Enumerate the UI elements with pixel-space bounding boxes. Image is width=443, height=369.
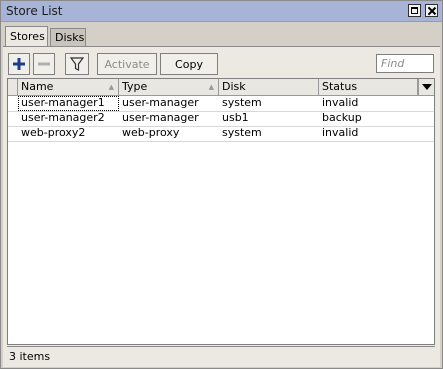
cell-disk: usb1 — [222, 111, 249, 124]
cell-name: web-proxy2 — [21, 126, 86, 139]
activate-button[interactable]: Activate — [97, 53, 157, 75]
stores-panel: Activate Copy Find Name ▲ Type ▲ Disk St… — [3, 46, 440, 367]
cell-disk: system — [222, 126, 262, 139]
cell-status: invalid — [322, 126, 359, 139]
cell-name: user-manager2 — [21, 111, 105, 124]
item-count: 3 items — [9, 350, 51, 363]
column-header-label: Type — [122, 80, 148, 93]
table-row[interactable]: user-manager2 user-manager usb1 backup — [8, 111, 434, 127]
table-header: Name ▲ Type ▲ Disk Status — [8, 79, 434, 96]
tab-stores[interactable]: Stores — [5, 26, 48, 47]
column-header-label: Disk — [222, 80, 246, 93]
filter-button[interactable] — [65, 53, 89, 75]
column-menu-icon[interactable] — [418, 79, 434, 95]
add-button[interactable] — [8, 53, 30, 75]
minus-icon — [38, 62, 50, 66]
cell-type: user-manager — [122, 96, 199, 109]
cell-disk: system — [222, 96, 262, 109]
filter-icon — [70, 57, 84, 71]
column-header-label: Name — [21, 80, 54, 93]
store-list-window: Store List Stores Disks Activate Copy Fi… — [0, 0, 443, 369]
cell-type: web-proxy — [122, 126, 180, 139]
cell-type: user-manager — [122, 111, 199, 124]
plus-icon — [13, 58, 25, 70]
cell-status: backup — [322, 111, 362, 124]
column-header-status[interactable]: Status — [319, 79, 418, 95]
find-input[interactable]: Find — [376, 54, 434, 73]
tab-disks[interactable]: Disks — [50, 28, 86, 46]
status-bar: 3 items — [7, 346, 435, 364]
row-selector-header — [8, 79, 18, 95]
cell-name: user-manager1 — [18, 96, 119, 111]
window-title: Store List — [6, 4, 63, 18]
column-header-type[interactable]: Type ▲ — [119, 79, 219, 95]
sort-indicator-icon: ▲ — [208, 83, 214, 91]
cell-status: invalid — [322, 96, 359, 109]
column-header-disk[interactable]: Disk — [219, 79, 319, 95]
table-row[interactable]: web-proxy2 web-proxy system invalid — [8, 126, 434, 142]
column-header-label: Status — [322, 80, 358, 93]
maximize-icon[interactable] — [408, 4, 421, 17]
remove-button[interactable] — [33, 53, 55, 75]
copy-button[interactable]: Copy — [160, 53, 218, 75]
column-header-name[interactable]: Name ▲ — [18, 79, 119, 95]
title-bar[interactable]: Store List — [1, 1, 442, 22]
sort-indicator-icon: ▲ — [108, 83, 114, 91]
store-table: Name ▲ Type ▲ Disk Status user-manager1 … — [7, 78, 435, 345]
table-row[interactable]: user-manager1 user-manager system invali… — [8, 96, 434, 112]
close-icon[interactable] — [425, 4, 438, 17]
